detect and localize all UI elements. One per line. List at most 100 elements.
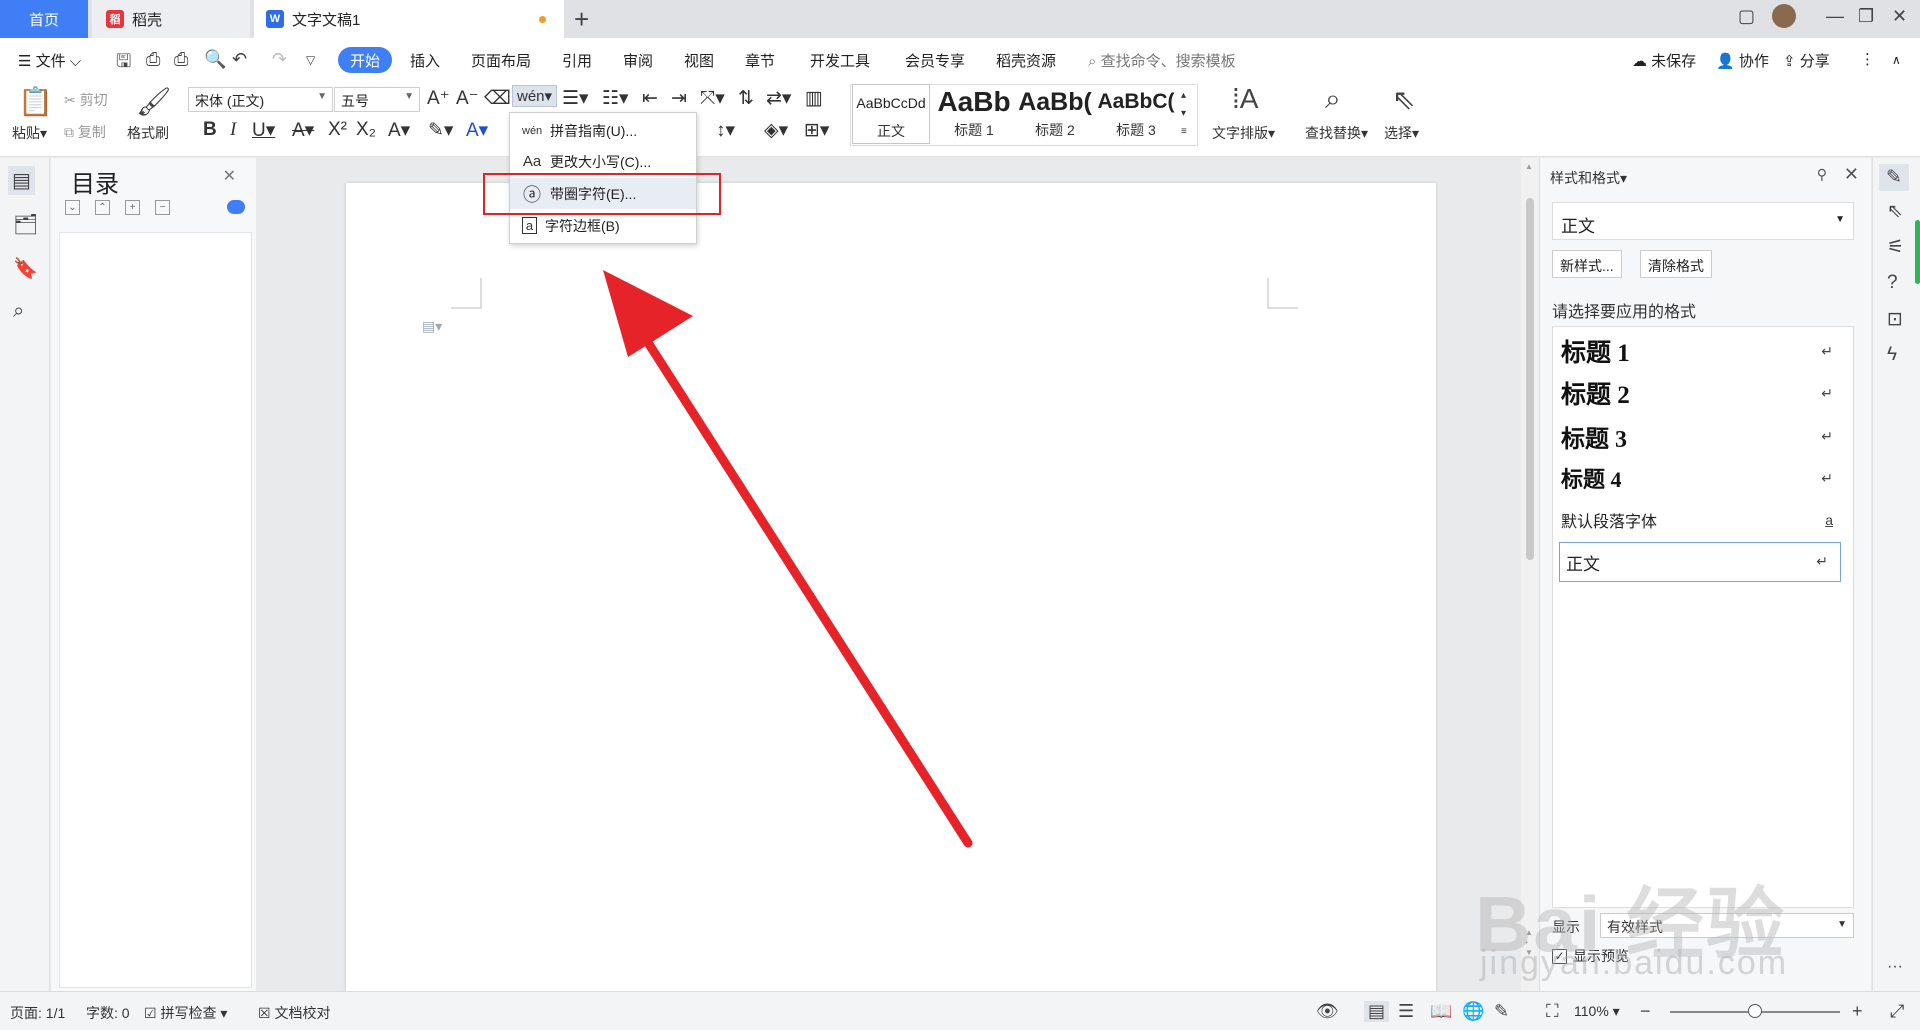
more-options-icon[interactable]: ⋮ — [1860, 50, 1875, 68]
menu-member[interactable]: 会员专享 — [905, 50, 965, 71]
proofread-button[interactable]: ☒ 文档校对 — [258, 1003, 330, 1023]
write-mode-icon[interactable]: ✎ — [1494, 1001, 1509, 1022]
paragraph-layout-icon[interactable]: ▤▾ — [422, 318, 442, 335]
unsaved-status[interactable]: ☁ 未保存 — [1632, 50, 1696, 71]
chapter-nav-icon[interactable]: 🗂 — [13, 212, 38, 237]
bookmark-icon[interactable]: 🔖 — [13, 256, 38, 281]
clear-format-eraser-icon[interactable]: ⌫ — [484, 87, 511, 110]
scroll-up-icon[interactable]: ▲ — [1525, 162, 1533, 171]
paste-icon[interactable]: 📋 — [18, 85, 53, 118]
grow-font-icon[interactable]: A⁺ — [427, 87, 450, 110]
outline-icon[interactable]: ▤ — [8, 166, 35, 195]
zoom-level[interactable]: 110% ▾ — [1574, 1003, 1620, 1020]
menu-insert[interactable]: 插入 — [410, 50, 440, 71]
current-style-select[interactable]: 正文 ▼ — [1552, 202, 1854, 240]
backup-icon[interactable]: ⊡ — [1887, 308, 1903, 331]
print-icon[interactable]: ⎙ — [174, 49, 188, 70]
paste-button[interactable]: 粘贴▾ — [12, 123, 47, 143]
show-marks-icon[interactable]: ▥ — [805, 87, 823, 110]
window-layout-icon[interactable]: ▢ — [1738, 6, 1755, 27]
styles-panel-title[interactable]: 样式和格式▾ — [1550, 168, 1627, 188]
text-layout-icon[interactable]: ⁞A — [1232, 83, 1258, 115]
bullet-list-icon[interactable]: ☰▾ — [562, 87, 589, 110]
spellcheck-button[interactable]: ☑ 拼写检查 ▾ — [144, 1003, 227, 1023]
subscript-icon[interactable]: X₂ — [356, 119, 376, 141]
tab-daoke[interactable]: 稻 稻壳 — [92, 0, 250, 38]
styles-list-item-normal[interactable]: 正文 ↵ — [1559, 542, 1841, 582]
underline-icon[interactable]: U▾ — [252, 119, 275, 142]
numbered-list-icon[interactable]: ☷▾ — [602, 87, 629, 110]
file-menu[interactable]: ☰ 文件 ⌵ — [18, 50, 81, 71]
help-icon[interactable]: ? — [1887, 272, 1898, 294]
highlight-pen-icon[interactable]: ✎▾ — [428, 119, 453, 142]
search-icon[interactable]: ⌕ — [13, 300, 24, 323]
italic-icon[interactable]: I — [230, 119, 236, 141]
superscript-icon[interactable]: X² — [328, 119, 347, 141]
save-icon[interactable]: 🖫 — [116, 49, 131, 79]
avatar[interactable] — [1772, 4, 1796, 28]
clear-format-button[interactable]: 清除格式 — [1640, 250, 1712, 278]
style-heading-2[interactable]: AaBb( 标题 2 — [1016, 84, 1094, 144]
export-pdf-icon[interactable]: ⎙ — [146, 49, 160, 70]
select-cursor-icon[interactable]: ⇖ — [1887, 200, 1903, 223]
shrink-font-icon[interactable]: A⁻ — [456, 87, 479, 110]
increase-indent-icon[interactable]: ⇥ — [671, 87, 687, 110]
remove-heading-icon[interactable]: − — [155, 200, 170, 215]
font-size-select[interactable]: 五号 ▼ — [334, 87, 420, 112]
styles-list-item-heading-1[interactable]: 标题 1 ↵ — [1559, 331, 1845, 371]
word-count[interactable]: 字数: 0 — [86, 1003, 130, 1023]
cut-button[interactable]: ✂ 剪切 — [64, 90, 108, 110]
smart-outline-icon[interactable] — [227, 200, 245, 214]
text-layout-button[interactable]: 文字排版▾ — [1212, 123, 1275, 143]
redo-icon[interactable]: ↷ — [272, 49, 287, 70]
restore-icon[interactable]: ❐ — [1858, 6, 1874, 27]
collapse-icon[interactable]: ⌃ — [95, 200, 110, 215]
bold-icon[interactable]: B — [203, 119, 217, 141]
style-heading-3[interactable]: AaBbC( 标题 3 — [1096, 84, 1176, 144]
borders-icon[interactable]: ⊞▾ — [804, 119, 829, 142]
text-effect-icon[interactable]: A▾ — [388, 119, 410, 142]
find-replace-button[interactable]: 查找替换▾ — [1305, 123, 1368, 143]
new-style-button[interactable]: 新样式... — [1552, 250, 1622, 278]
fit-page-icon[interactable]: ⛶ — [1546, 1001, 1559, 1022]
text-direction-icon[interactable]: ⇄▾ — [766, 87, 791, 110]
print-preview-icon[interactable]: 🔍 — [204, 49, 226, 70]
zoom-slider-handle[interactable] — [1748, 1004, 1762, 1018]
tab-document[interactable]: W 文字文稿1 — [254, 0, 564, 38]
strikethrough-icon[interactable]: A▾ — [292, 119, 314, 142]
share-button[interactable]: ⇪ 分享 — [1783, 50, 1830, 71]
select-button[interactable]: 选择▾ — [1384, 123, 1419, 143]
font-name-select[interactable]: 宋体 (正文) ▼ — [188, 87, 333, 112]
menu-page-layout[interactable]: 页面布局 — [471, 50, 531, 71]
expand-icon[interactable]: ⤢ — [1890, 1001, 1904, 1022]
tab-home[interactable]: 首页 — [0, 0, 88, 38]
pin-icon[interactable]: ⚲ — [1817, 166, 1827, 183]
style-gallery-scroll-icon[interactable]: ▴ ▾ ≡ — [1181, 87, 1187, 141]
undo-icon[interactable]: ↶ — [232, 49, 247, 70]
menu-view[interactable]: 视图 — [684, 50, 714, 71]
command-search[interactable]: ⌕ 查找命令、搜索模板 — [1088, 50, 1236, 71]
format-painter-icon[interactable]: 🖌 — [136, 85, 172, 118]
styles-list-item-heading-2[interactable]: 标题 2 ↵ — [1559, 373, 1845, 413]
decrease-indent-icon[interactable]: ⇤ — [642, 87, 658, 110]
line-spacing-icon[interactable]: ↕▾ — [716, 119, 735, 142]
style-normal[interactable]: AaBbCcDd 正文 — [852, 84, 930, 144]
chinese-layout-icon[interactable]: ⤧▾ — [700, 87, 725, 110]
menu-daoke-resources[interactable]: 稻壳资源 — [996, 50, 1056, 71]
style-pen-icon[interactable]: ✎ — [1879, 164, 1909, 191]
eye-protection-icon[interactable]: 👁 — [1316, 1001, 1339, 1022]
reading-view-icon[interactable]: 📖 — [1430, 1001, 1452, 1022]
new-tab-button[interactable]: + — [574, 4, 589, 35]
menu-item-pinyin-guide[interactable]: wén 拼音指南(U)... — [510, 115, 696, 146]
menu-review[interactable]: 审阅 — [623, 50, 653, 71]
collapse-ribbon-icon[interactable]: ∧ — [1892, 53, 1901, 67]
menu-references[interactable]: 引用 — [562, 50, 592, 71]
outline-view-icon[interactable]: ☰ — [1398, 1001, 1414, 1022]
more-icon[interactable]: ··· — [1887, 958, 1903, 976]
menu-start[interactable]: 开始 — [338, 47, 392, 73]
styles-list-item-heading-4[interactable]: 标题 4 ↵ — [1559, 458, 1845, 498]
sort-icon[interactable]: ⇅ — [738, 87, 754, 110]
copy-button[interactable]: ⧉ 复制 — [64, 122, 106, 142]
scrollbar-thumb[interactable] — [1526, 198, 1534, 560]
pinyin-guide-button[interactable]: wén▾ — [512, 85, 558, 107]
